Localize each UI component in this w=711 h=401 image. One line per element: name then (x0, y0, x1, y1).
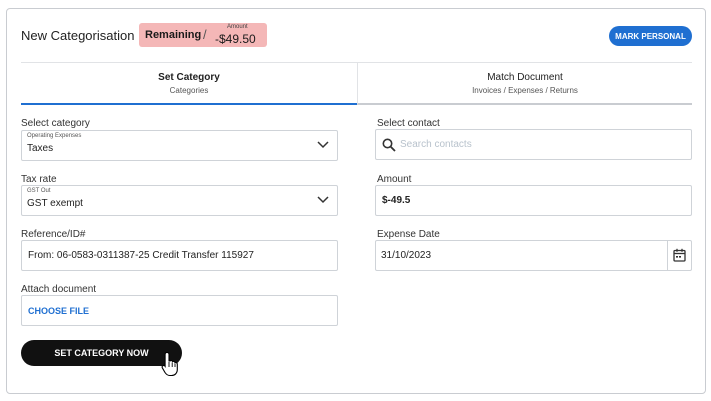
tab-subtitle: Categories (169, 86, 209, 95)
chevron-down-icon (317, 196, 329, 204)
tax-rate-select[interactable]: GST Out GST exempt (21, 185, 338, 216)
remaining-badge: Remaining / Amount -$49.50 (139, 23, 267, 47)
category-group-caption: Operating Expenses (27, 133, 82, 139)
amount-label: Amount (377, 174, 412, 185)
calendar-icon (673, 248, 686, 262)
set-category-now-button[interactable]: SET CATEGORY NOW (21, 340, 182, 366)
tab-match-document[interactable]: Match Document Invoices / Expenses / Ret… (357, 63, 692, 105)
reference-label: Reference/ID# (21, 229, 86, 240)
tab-title: Match Document (487, 72, 563, 83)
tab-set-category[interactable]: Set Category Categories (21, 63, 357, 105)
tab-bar: Set Category Categories Match Document I… (21, 62, 692, 105)
contact-search-input[interactable] (400, 130, 680, 159)
category-label: Select category (21, 118, 90, 129)
expense-date-label: Expense Date (377, 229, 440, 240)
attach-label: Attach document (21, 284, 97, 295)
tab-subtitle: Invoices / Expenses / Returns (472, 86, 578, 95)
hand-cursor-icon (161, 351, 178, 377)
tax-rate-label: Tax rate (21, 174, 57, 185)
category-value: Taxes (27, 143, 54, 154)
chevron-down-icon (317, 141, 329, 149)
contact-label: Select contact (377, 118, 440, 129)
remaining-label: Remaining (145, 29, 202, 41)
amount-caption: Amount (227, 24, 248, 30)
remaining-separator: / (203, 27, 207, 42)
tax-rate-value: GST exempt (27, 198, 83, 209)
calendar-button[interactable] (667, 241, 691, 270)
amount-input[interactable] (375, 185, 692, 216)
choose-file-button[interactable]: CHOOSE FILE (28, 306, 89, 316)
attach-document-field: CHOOSE FILE (21, 295, 338, 326)
tab-title: Set Category (158, 72, 220, 83)
search-icon (382, 138, 396, 152)
mark-personal-button[interactable]: MARK PERSONAL (609, 26, 692, 46)
reference-input[interactable] (21, 240, 338, 271)
remaining-amount: -$49.50 (215, 32, 256, 46)
expense-date-field[interactable]: 31/10/2023 (375, 240, 692, 271)
expense-date-value: 31/10/2023 (381, 250, 432, 261)
tax-rate-group-caption: GST Out (27, 188, 51, 194)
category-select[interactable]: Operating Expenses Taxes (21, 130, 338, 161)
contact-search-field (375, 129, 692, 160)
page-title: New Categorisation (21, 28, 135, 43)
